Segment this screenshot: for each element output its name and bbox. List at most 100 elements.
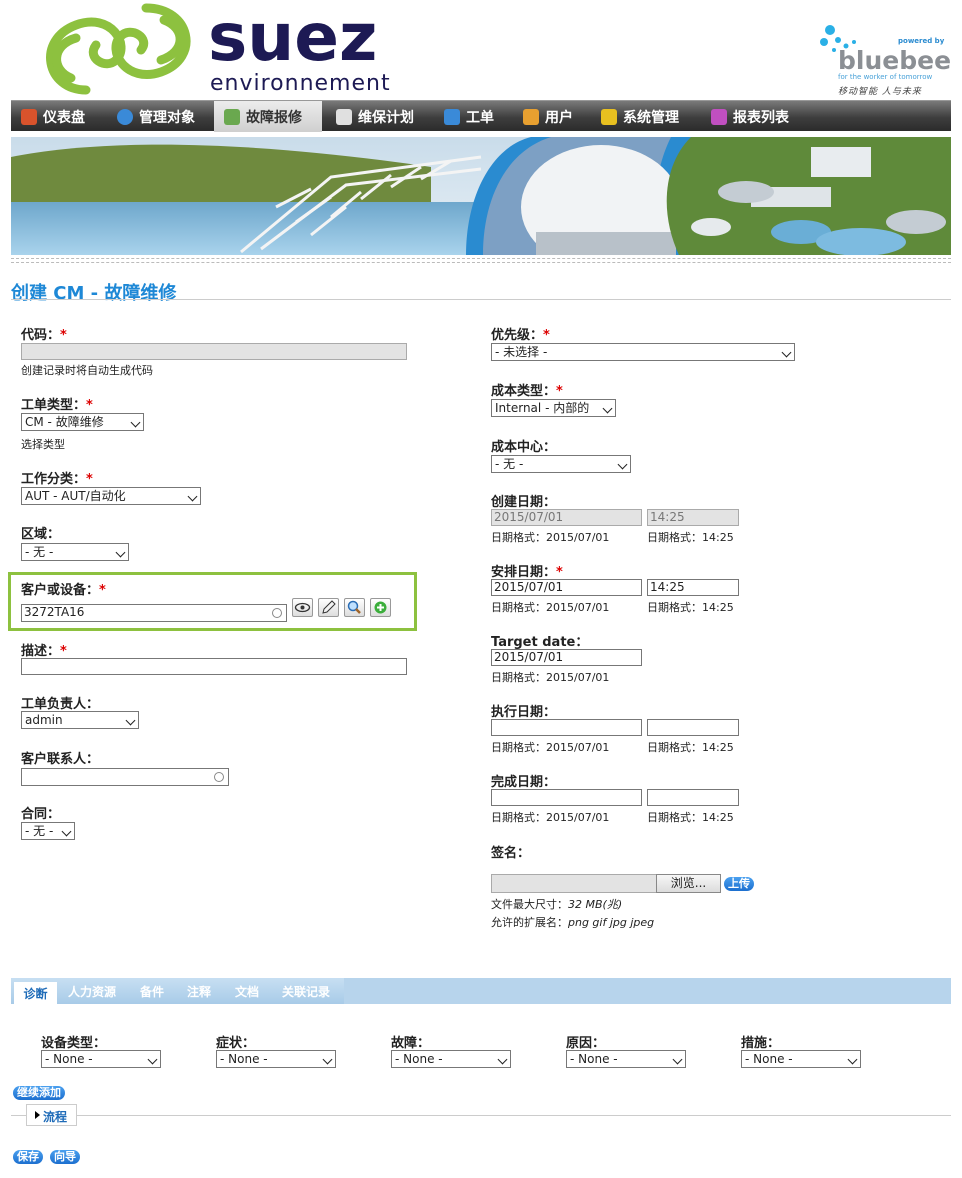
contact-input[interactable]	[21, 768, 229, 786]
report-icon	[711, 108, 727, 125]
owner-select[interactable]: admin	[21, 711, 139, 729]
fault-label: 故障：	[391, 1036, 431, 1051]
view-button[interactable]	[292, 598, 313, 617]
scheduled-date-input[interactable]: 2015/07/01	[491, 579, 642, 596]
area-select[interactable]: - 无 -	[21, 543, 129, 561]
description-input[interactable]	[21, 658, 407, 675]
nav-managed-objects[interactable]: 管理对象	[107, 101, 213, 132]
contract-select[interactable]: - 无 -	[21, 822, 75, 840]
page-title: 创建 CM - 故障维修	[11, 283, 177, 304]
plus-circle-icon	[374, 601, 387, 614]
cost-center-label: 成本中心：	[491, 440, 557, 455]
workflow-divider	[11, 1115, 951, 1116]
created-time-input[interactable]: 14:25	[647, 509, 739, 526]
tab-related-records[interactable]: 关联记录	[282, 978, 330, 1004]
tab-diagnosis[interactable]: 诊断	[14, 982, 57, 1004]
completed-date-label: 完成日期：	[491, 775, 557, 790]
allowed-ext-text: 允许的扩展名：png gif jpg jpeg	[491, 916, 655, 929]
completed-date-hint: 日期格式：2015/07/01	[491, 811, 610, 824]
max-size-text: 文件最大尺寸：32 MB(兆)	[491, 898, 623, 911]
cost-center-select[interactable]: - 无 -	[491, 455, 631, 473]
bluebee-logo: powered by bluebee for the worker of tom…	[818, 20, 951, 100]
executed-date-hint: 日期格式：2015/07/01	[491, 741, 610, 754]
target-date-label: Target date：	[491, 635, 589, 650]
description-label: 描述：*	[21, 644, 67, 659]
nav-fault-report[interactable]: 故障报修	[214, 101, 322, 132]
header-banner	[11, 137, 951, 255]
code-input[interactable]	[21, 343, 407, 360]
work-category-label: 工作分类：*	[21, 472, 93, 487]
scheduled-time-hint: 日期格式：14:25	[647, 601, 734, 614]
customer-label: 客户或设备：*	[21, 583, 106, 598]
detail-tabs: 诊断 人力资源 备件 注释 文档 关联记录	[11, 978, 951, 1004]
nav-dashboard[interactable]: 仪表盘	[11, 101, 107, 132]
bluebee-cn-tagline: 移动智能 人与未来	[838, 87, 922, 97]
suez-subtext: environnement	[210, 71, 391, 96]
nav-users[interactable]: 用户	[513, 101, 592, 132]
envelope-icon	[336, 108, 352, 125]
suez-logo: suez environnement	[36, 0, 436, 96]
add-button[interactable]	[370, 598, 391, 617]
completed-time-input[interactable]	[647, 789, 739, 806]
workflow-toggle[interactable]: 流程	[26, 1104, 77, 1126]
edit-button[interactable]	[318, 598, 339, 617]
signature-label: 签名：	[491, 846, 531, 861]
clipboard-icon	[224, 108, 240, 125]
target-date-input[interactable]: 2015/07/01	[491, 649, 642, 666]
globe-icon	[117, 108, 133, 125]
priority-label: 优先级：*	[491, 328, 550, 343]
contact-label: 客户联系人：	[21, 752, 100, 767]
order-type-select[interactable]: CM - 故障维修	[21, 413, 144, 431]
area-label: 区域：	[21, 527, 61, 542]
add-more-button[interactable]: 继续添加	[13, 1086, 65, 1100]
main-nav: 仪表盘 管理对象 故障报修 维保计划 工单 用户 系统管理 报表列表	[11, 100, 951, 132]
work-category-select[interactable]: AUT - AUT/自动化	[21, 487, 201, 505]
autocomplete-icon	[272, 608, 282, 618]
monitor-icon	[444, 108, 460, 125]
nav-report-list[interactable]: 报表列表	[701, 101, 811, 132]
fault-select[interactable]: - None -	[391, 1050, 511, 1068]
owner-label: 工单负责人：	[21, 697, 100, 712]
nav-maintenance-plan[interactable]: 维保计划	[326, 101, 434, 132]
target-date-hint: 日期格式：2015/07/01	[491, 671, 610, 684]
cause-select[interactable]: - None -	[566, 1050, 686, 1068]
users-icon	[523, 108, 539, 125]
completed-date-input[interactable]	[491, 789, 642, 806]
equipment-type-label: 设备类型：	[41, 1036, 107, 1051]
scheduled-time-input[interactable]: 14:25	[647, 579, 739, 596]
code-label: 代码：*	[21, 328, 67, 343]
executed-time-input[interactable]	[647, 719, 739, 736]
browse-button[interactable]: 浏览...	[656, 874, 721, 893]
tabbar-filler	[344, 978, 951, 1004]
save-button[interactable]: 保存	[13, 1150, 43, 1164]
workflow-label: 流程	[43, 1110, 68, 1124]
created-date-input[interactable]: 2015/07/01	[491, 509, 642, 526]
upload-button[interactable]: 上传	[724, 877, 754, 891]
tab-human-resources[interactable]: 人力资源	[68, 978, 116, 1004]
measure-select[interactable]: - None -	[741, 1050, 861, 1068]
nav-system-admin[interactable]: 系统管理	[591, 101, 701, 132]
symptom-select[interactable]: - None -	[216, 1050, 336, 1068]
tab-notes[interactable]: 注释	[187, 978, 211, 1004]
symptom-label: 症状：	[216, 1036, 256, 1051]
cause-label: 原因：	[566, 1036, 606, 1051]
search-button[interactable]	[344, 598, 365, 617]
equipment-type-select[interactable]: - None -	[41, 1050, 161, 1068]
cost-type-select[interactable]: Internal - 内部的	[491, 399, 616, 417]
customer-input[interactable]: 3272TA16	[21, 604, 287, 622]
executed-date-input[interactable]	[491, 719, 642, 736]
customer-value: 3272TA16	[24, 605, 85, 619]
file-path-input[interactable]	[491, 874, 657, 893]
scheduled-date-label: 安排日期：*	[491, 565, 563, 580]
executed-date-label: 执行日期：	[491, 705, 557, 720]
measure-label: 措施：	[741, 1036, 781, 1051]
tab-documents[interactable]: 文档	[235, 978, 259, 1004]
tools-icon	[601, 108, 617, 125]
priority-select[interactable]: - 未选择 -	[491, 343, 795, 361]
wizard-button[interactable]: 向导	[50, 1150, 80, 1164]
contract-label: 合同：	[21, 807, 61, 822]
code-hint: 创建记录时将自动生成代码	[21, 364, 153, 377]
nav-work-order[interactable]: 工单	[434, 101, 512, 132]
banner-separator	[11, 258, 951, 263]
tab-spare-parts[interactable]: 备件	[140, 978, 164, 1004]
